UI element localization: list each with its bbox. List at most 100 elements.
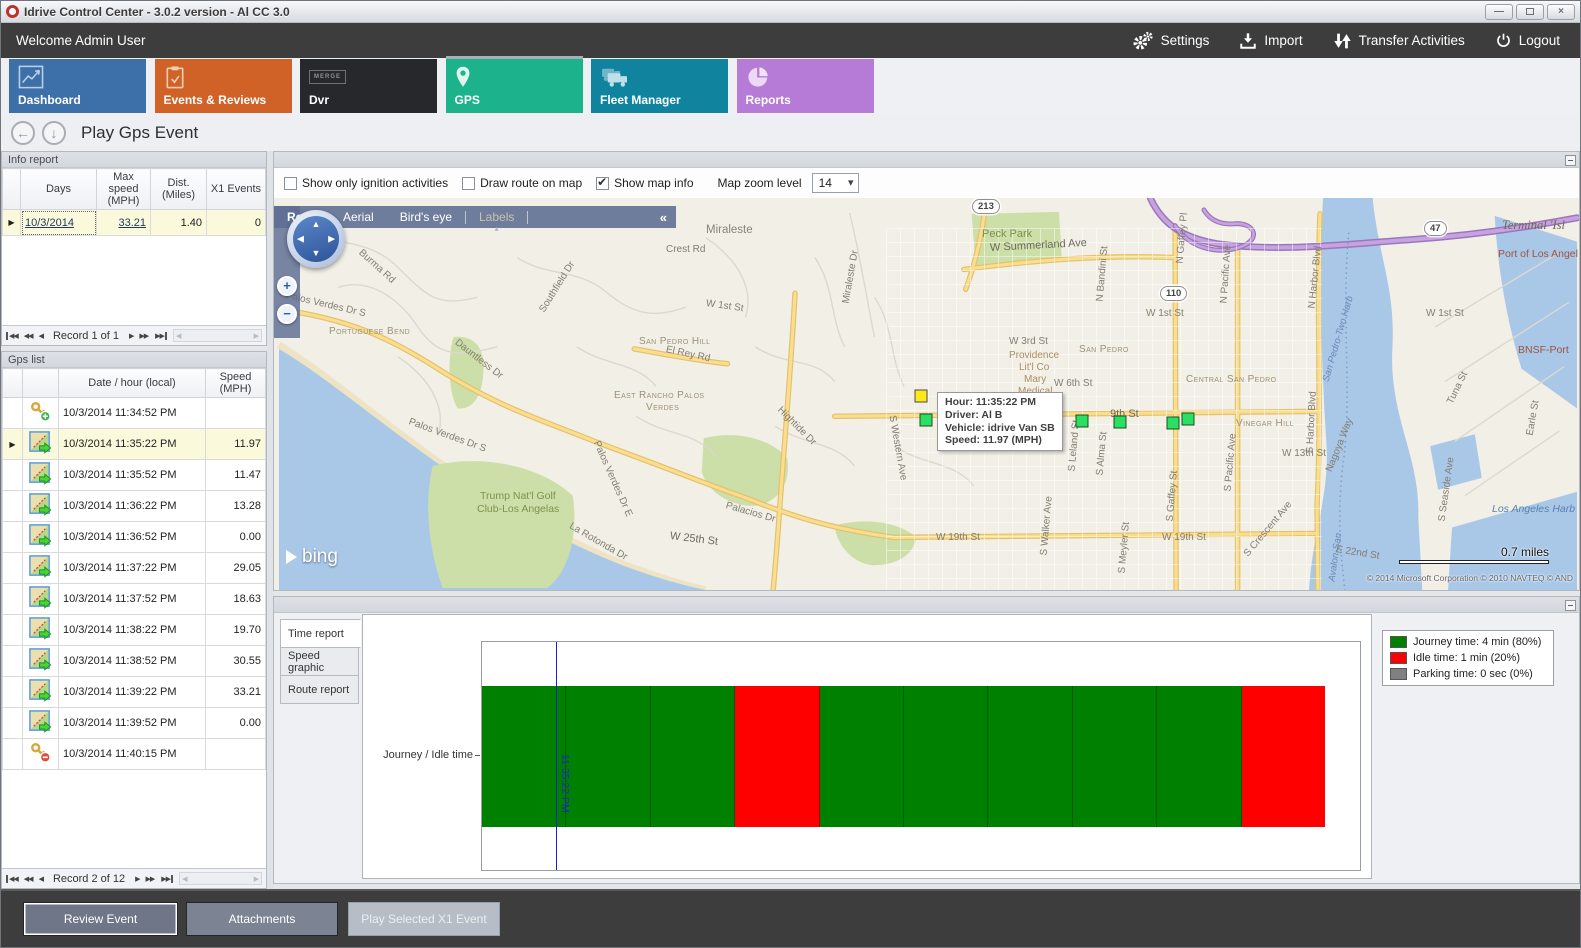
- prev-record-button[interactable]: ◀: [39, 875, 43, 883]
- table-row[interactable]: 10/3/2014 11:34:52 PM: [3, 398, 266, 429]
- speed-cell[interactable]: 33.21: [206, 677, 266, 708]
- gps-marker[interactable]: [1182, 413, 1195, 426]
- footer-button-review-event[interactable]: Review Event: [23, 902, 178, 936]
- bing-map[interactable]: MiralesteCrest RdBurma RdSouthfield DrMi…: [274, 198, 1579, 590]
- table-row[interactable]: ▶10/3/2014 11:35:22 PM11.97: [3, 429, 266, 460]
- minimize-button[interactable]: —: [1485, 4, 1513, 20]
- x1-events-cell[interactable]: 0: [207, 210, 266, 236]
- time-cell[interactable]: 10/3/2014 11:37:52 PM: [59, 584, 206, 615]
- footer-button-attachments[interactable]: Attachments: [186, 902, 338, 936]
- time-cell[interactable]: 10/3/2014 11:38:52 PM: [59, 646, 206, 677]
- time-cell[interactable]: 10/3/2014 11:34:52 PM: [59, 398, 206, 429]
- tab-fleet-manager[interactable]: Fleet Manager: [591, 59, 728, 113]
- days-cell[interactable]: 10/3/2014: [21, 210, 97, 236]
- table-row[interactable]: 10/3/2014 11:36:22 PM13.28: [3, 491, 266, 522]
- fast-prev-button[interactable]: ◀◀: [24, 332, 33, 340]
- speed-cell[interactable]: 30.55: [206, 646, 266, 677]
- table-row[interactable]: 10/3/2014 11:38:22 PM19.70: [3, 615, 266, 646]
- checkbox-show-only-ignition-activities[interactable]: Show only ignition activities: [284, 176, 448, 190]
- gps-marker[interactable]: [920, 414, 933, 427]
- fast-prev-button[interactable]: ◀◀: [24, 875, 33, 883]
- map-bar-collapse-button[interactable]: «: [660, 210, 676, 225]
- time-cell[interactable]: 10/3/2014 11:35:52 PM: [59, 460, 206, 491]
- panel-collapse-icon[interactable]: [1565, 155, 1576, 166]
- speed-cell[interactable]: 18.63: [206, 584, 266, 615]
- time-cell[interactable]: 10/3/2014 11:38:22 PM: [59, 615, 206, 646]
- first-record-button[interactable]: ◀◀: [6, 875, 18, 883]
- prev-record-button[interactable]: ◀: [39, 332, 43, 340]
- column-header[interactable]: Days: [21, 169, 97, 210]
- gps-marker[interactable]: [1076, 415, 1089, 428]
- speed-cell[interactable]: 29.05: [206, 553, 266, 584]
- time-cell[interactable]: 10/3/2014 11:39:22 PM: [59, 677, 206, 708]
- tab-events-reviews[interactable]: Events & Reviews: [155, 59, 292, 113]
- time-cell[interactable]: 10/3/2014 11:35:22 PM: [59, 429, 206, 460]
- next-record-button[interactable]: ▶: [129, 332, 133, 340]
- chart-tab-time-report[interactable]: Time report: [280, 619, 361, 648]
- tab-gps[interactable]: GPS: [446, 59, 583, 113]
- column-header[interactable]: Dist. (Miles): [151, 169, 207, 210]
- checkbox-box[interactable]: [596, 177, 609, 190]
- table-row[interactable]: 10/3/2014 11:39:52 PM0.00: [3, 708, 266, 739]
- record-scrollbar[interactable]: ◀▶: [173, 329, 262, 342]
- dist-cell[interactable]: 1.40: [151, 210, 207, 236]
- checkbox-show-map-info[interactable]: Show map info: [596, 176, 693, 190]
- selected-gps-marker[interactable]: [915, 390, 928, 403]
- speed-cell[interactable]: 0.00: [206, 708, 266, 739]
- tab-reports[interactable]: Reports: [737, 59, 874, 113]
- time-cell[interactable]: 10/3/2014 11:37:22 PM: [59, 553, 206, 584]
- column-header[interactable]: Max speed (MPH): [97, 169, 151, 210]
- tab-dashboard[interactable]: Dashboard: [9, 59, 146, 113]
- checkbox-box[interactable]: [284, 177, 297, 190]
- table-row[interactable]: 10/3/2014 11:35:52 PM11.47: [3, 460, 266, 491]
- column-header[interactable]: X1 Events: [207, 169, 266, 210]
- speed-cell[interactable]: 13.28: [206, 491, 266, 522]
- back-button[interactable]: ←: [11, 121, 35, 145]
- close-button[interactable]: ×: [1547, 4, 1575, 20]
- nav-action-import[interactable]: Import: [1239, 32, 1302, 50]
- speed-cell[interactable]: 0.00: [206, 522, 266, 553]
- maximize-button[interactable]: [1516, 4, 1544, 20]
- record-scrollbar[interactable]: ◀▶: [179, 872, 262, 885]
- gps-marker[interactable]: [1167, 417, 1180, 430]
- time-cell[interactable]: 10/3/2014 11:36:52 PM: [59, 522, 206, 553]
- map-zoom-in-button[interactable]: +: [277, 276, 297, 296]
- speed-cell[interactable]: 19.70: [206, 615, 266, 646]
- speed-cell[interactable]: 11.47: [206, 460, 266, 491]
- nav-action-settings[interactable]: Settings: [1132, 31, 1210, 51]
- gps-marker[interactable]: [1114, 416, 1127, 429]
- nav-action-transfer-activities[interactable]: Transfer Activities: [1333, 32, 1465, 50]
- checkbox-box[interactable]: [462, 177, 475, 190]
- speed-cell[interactable]: [206, 739, 266, 770]
- panel-collapse-icon[interactable]: [1565, 600, 1576, 611]
- fast-next-button[interactable]: ▶▶: [139, 332, 148, 340]
- map-zoom-out-button[interactable]: −: [277, 304, 297, 324]
- time-cell[interactable]: 10/3/2014 11:39:52 PM: [59, 708, 206, 739]
- table-row[interactable]: ▶ 10/3/2014 33.21 1.40 0: [3, 210, 266, 236]
- fast-next-button[interactable]: ▶▶: [146, 875, 155, 883]
- checkbox-draw-route-on-map[interactable]: Draw route on map: [462, 176, 582, 190]
- down-button[interactable]: ↓: [42, 121, 66, 145]
- map-pan-compass[interactable]: ▲▼ ◀▶: [287, 210, 345, 268]
- map-type-bird-s-eye[interactable]: Bird's eye: [387, 210, 465, 224]
- time-cell[interactable]: 10/3/2014 11:40:15 PM: [59, 739, 206, 770]
- last-record-button[interactable]: ▶▶: [154, 332, 167, 340]
- speed-cell[interactable]: 11.97: [206, 429, 266, 460]
- time-cell[interactable]: 10/3/2014 11:36:22 PM: [59, 491, 206, 522]
- first-record-button[interactable]: ◀◀: [6, 332, 18, 340]
- table-row[interactable]: 10/3/2014 11:36:52 PM0.00: [3, 522, 266, 553]
- nav-action-logout[interactable]: Logout: [1495, 32, 1560, 49]
- column-header[interactable]: Speed (MPH): [206, 369, 266, 398]
- last-record-button[interactable]: ▶▶: [160, 875, 173, 883]
- max-speed-cell[interactable]: 33.21: [97, 210, 151, 236]
- table-row[interactable]: 10/3/2014 11:39:22 PM33.21: [3, 677, 266, 708]
- chart-tab-route-report[interactable]: Route report: [280, 675, 359, 704]
- chart-tab-speed-graphic[interactable]: Speed graphic: [280, 647, 359, 676]
- column-header[interactable]: Date / hour (local): [59, 369, 206, 398]
- table-row[interactable]: 10/3/2014 11:37:22 PM29.05: [3, 553, 266, 584]
- speed-cell[interactable]: [206, 398, 266, 429]
- table-row[interactable]: 10/3/2014 11:40:15 PM: [3, 739, 266, 770]
- map-zoom-select[interactable]: 14: [812, 173, 859, 193]
- next-record-button[interactable]: ▶: [135, 875, 139, 883]
- table-row[interactable]: 10/3/2014 11:37:52 PM18.63: [3, 584, 266, 615]
